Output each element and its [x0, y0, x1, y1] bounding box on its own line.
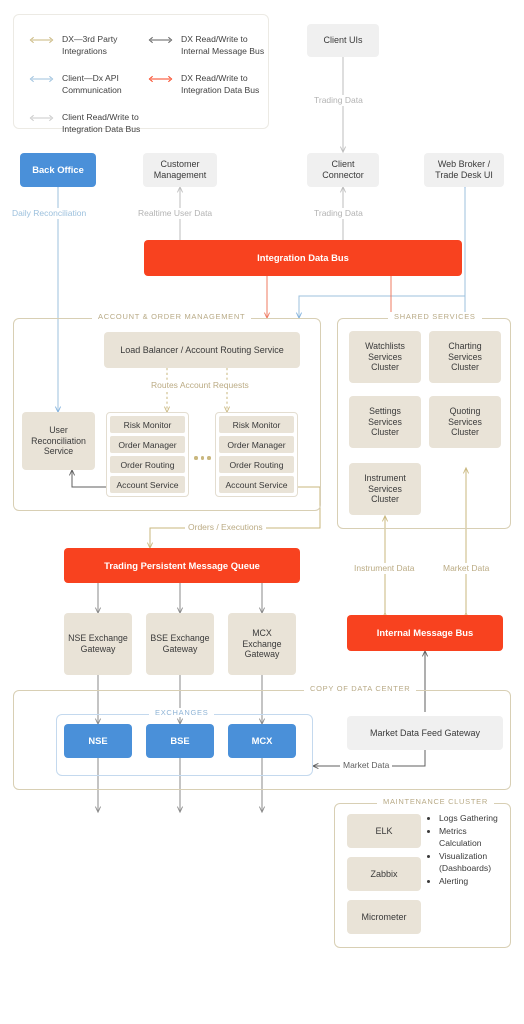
node-charting-services-cluster[interactable]: Charting Services Cluster — [429, 331, 501, 383]
edge-label-trading-data-top: Trading Data — [311, 95, 366, 106]
edge-label-market-data-right: Market Data — [440, 563, 493, 574]
edge-label-market-data-bottom: Market Data — [340, 760, 393, 771]
node-back-office[interactable]: Back Office — [20, 153, 96, 187]
maintenance-bullet: Metrics Calculation — [439, 825, 506, 849]
edge-label-daily-reconciliation: Daily Reconciliation — [9, 208, 90, 219]
legend-label: DX Read/Write to Integration Data Bus — [181, 73, 260, 96]
node-bse-exchange-gateway[interactable]: BSE Exchange Gateway — [146, 613, 214, 675]
edge-label-trading-data-mid: Trading Data — [311, 208, 366, 219]
double-arrow-icon — [29, 75, 54, 83]
legend-label: DX Read/Write to Internal Message Bus — [181, 34, 265, 57]
legend-item-0: DX—3rd Party Integrations — [28, 33, 158, 57]
stack-row-order-manager[interactable]: Order Manager — [219, 436, 294, 453]
stack-row-account-service[interactable]: Account Service — [110, 476, 185, 493]
node-customer-management[interactable]: Customer Management — [143, 153, 217, 187]
edge-label-instrument-data: Instrument Data — [351, 563, 418, 574]
architecture-diagram: DX—3rd Party Integrations Client—Dx API … — [0, 0, 524, 1024]
legend-label: Client—Dx API Communication — [62, 73, 122, 96]
node-watchlists-services-cluster[interactable]: Watchlists Services Cluster — [349, 331, 421, 383]
legend-item-1: DX Read/Write to Internal Message Bus — [147, 33, 277, 57]
double-arrow-icon — [148, 75, 173, 83]
node-quoting-services-cluster[interactable]: Quoting Services Cluster — [429, 396, 501, 448]
maintenance-bullet: Alerting — [439, 875, 506, 887]
double-arrow-icon — [148, 36, 173, 44]
double-arrow-icon — [29, 114, 54, 122]
node-nse-exchange-gateway[interactable]: NSE Exchange Gateway — [64, 613, 132, 675]
node-market-data-feed-gateway[interactable]: Market Data Feed Gateway — [347, 716, 503, 750]
node-bse[interactable]: BSE — [146, 724, 214, 758]
stack-row-order-routing[interactable]: Order Routing — [219, 456, 294, 473]
service-stack-right[interactable]: Risk Monitor Order Manager Order Routing… — [215, 412, 298, 497]
group-title-copy-of-data-center: COPY OF DATA CENTER — [304, 684, 417, 693]
maintenance-bullet: Logs Gathering — [439, 812, 506, 824]
edge-label-routes-account-requests: Routes Account Requests — [148, 380, 252, 391]
stack-row-risk-monitor[interactable]: Risk Monitor — [219, 416, 294, 433]
group-title-maintenance-cluster: MAINTENANCE CLUSTER — [377, 797, 494, 806]
stack-row-order-manager[interactable]: Order Manager — [110, 436, 185, 453]
node-web-broker-trade-desk-ui[interactable]: Web Broker / Trade Desk UI — [424, 153, 504, 187]
service-stack-left[interactable]: Risk Monitor Order Manager Order Routing… — [106, 412, 189, 497]
ellipsis-icon — [194, 456, 211, 460]
legend-label: Client Read/Write to Integration Data Bu… — [62, 112, 141, 135]
stack-row-risk-monitor[interactable]: Risk Monitor — [110, 416, 185, 433]
double-arrow-icon — [29, 36, 54, 44]
stack-row-account-service[interactable]: Account Service — [219, 476, 294, 493]
legend-item-4: Client Read/Write to Integration Data Bu… — [28, 111, 158, 135]
node-mcx-exchange-gateway[interactable]: MCX Exchange Gateway — [228, 613, 296, 675]
group-title-account-order-management: ACCOUNT & ORDER MANAGEMENT — [92, 312, 252, 321]
legend-label: DX—3rd Party Integrations — [62, 34, 118, 57]
node-user-reconciliation-service[interactable]: User Reconciliation Service — [22, 412, 95, 470]
node-settings-services-cluster[interactable]: Settings Services Cluster — [349, 396, 421, 448]
node-zabbix[interactable]: Zabbix — [347, 857, 421, 891]
edge-label-realtime-user-data: Realtime User Data — [135, 208, 216, 219]
group-title-exchanges: EXCHANGES — [149, 708, 215, 717]
node-mcx[interactable]: MCX — [228, 724, 296, 758]
node-integration-data-bus[interactable]: Integration Data Bus — [144, 240, 462, 276]
legend-item-2: Client—Dx API Communication — [28, 72, 158, 96]
legend-item-3: DX Read/Write to Integration Data Bus — [147, 72, 277, 96]
node-micrometer[interactable]: Micrometer — [347, 900, 421, 934]
group-title-shared-services: SHARED SERVICES — [388, 312, 482, 321]
node-client-connector[interactable]: Client Connector — [307, 153, 379, 187]
node-client-uis[interactable]: Client UIs — [307, 24, 379, 57]
node-nse[interactable]: NSE — [64, 724, 132, 758]
stack-row-order-routing[interactable]: Order Routing — [110, 456, 185, 473]
node-internal-message-bus[interactable]: Internal Message Bus — [347, 615, 503, 651]
node-elk[interactable]: ELK — [347, 814, 421, 848]
node-instrument-services-cluster[interactable]: Instrument Services Cluster — [349, 463, 421, 515]
edge-label-orders-executions: Orders / Executions — [185, 522, 266, 533]
node-trading-persistent-message-queue[interactable]: Trading Persistent Message Queue — [64, 548, 300, 583]
maintenance-bullet-list: Logs Gathering Metrics Calculation Visua… — [430, 812, 506, 888]
maintenance-bullet: Visualization (Dashboards) — [439, 850, 506, 874]
node-load-balancer[interactable]: Load Balancer / Account Routing Service — [104, 332, 300, 368]
legend: DX—3rd Party Integrations Client—Dx API … — [13, 14, 269, 134]
